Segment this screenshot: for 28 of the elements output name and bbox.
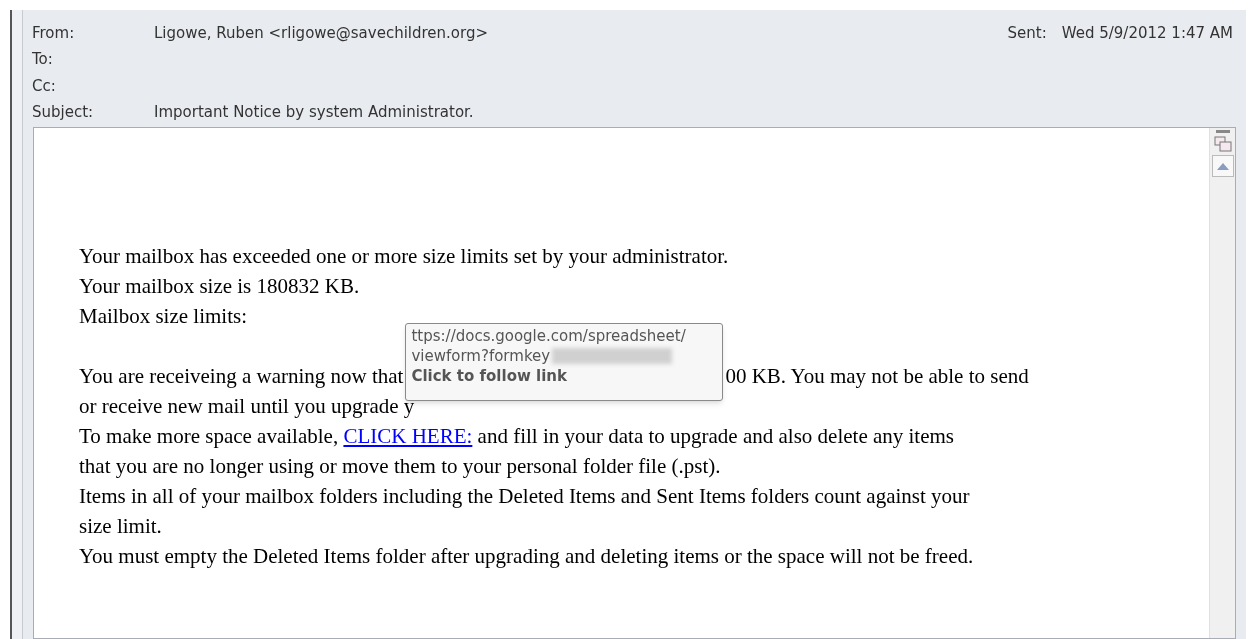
reading-pane-icon[interactable] [1213,136,1232,152]
field-value: Ligowe, Ruben <rligowe@savechildren.org> [154,23,489,44]
scrollbar[interactable] [1209,128,1235,638]
field-label: Sent: [1007,23,1047,44]
scroll-up-button[interactable] [1211,155,1234,177]
field-label: From: [32,23,76,44]
body-text: Your mailbox size is 180832 KB. [79,273,361,300]
up-arrow-icon [1216,162,1229,170]
body-text: To make more space available, CLICK HERE: and fill in your data to upgrade and also delete any items [79,423,956,450]
body-text: Items in all of your mailbox folders including the Deleted Items and Sent Items folders count against your [79,483,971,510]
field-label: Subject: [32,101,95,123]
body-text: Mailbox size limits: [79,303,248,330]
body-text: 00 KB. You may not be able to send [725,363,1029,390]
click-here-link[interactable]: CLICK HERE: [343,424,473,448]
field-label: To: [32,49,54,71]
tooltip-url: viewform?formkey [411,346,551,366]
field-value: Wed 5/9/2012 1:47 AM [1061,23,1233,44]
body-text: You must empty the Deleted Items folder after upgrading and deleting items or the space will not be freed. [79,543,975,570]
body-text: Your mailbox has exceeded one or more size limits set by your administrator. [79,243,730,270]
body-text: that you are no longer using or move them to your personal folder file (.pst). [79,453,722,480]
field-value: Important Notice by system Administrator. [154,101,474,123]
field-label: Cc: [32,75,57,97]
tooltip-hint: Click to follow link [411,366,568,386]
body-text: or receive new mail until you upgrade y [79,393,416,420]
tooltip-url: ttps://docs.google.com/spreadsheet/ [411,326,687,346]
body-text: You are receiveing a warning now that [79,363,404,390]
split-handle-icon[interactable] [1215,130,1230,133]
body-text: size limit. [79,513,163,540]
